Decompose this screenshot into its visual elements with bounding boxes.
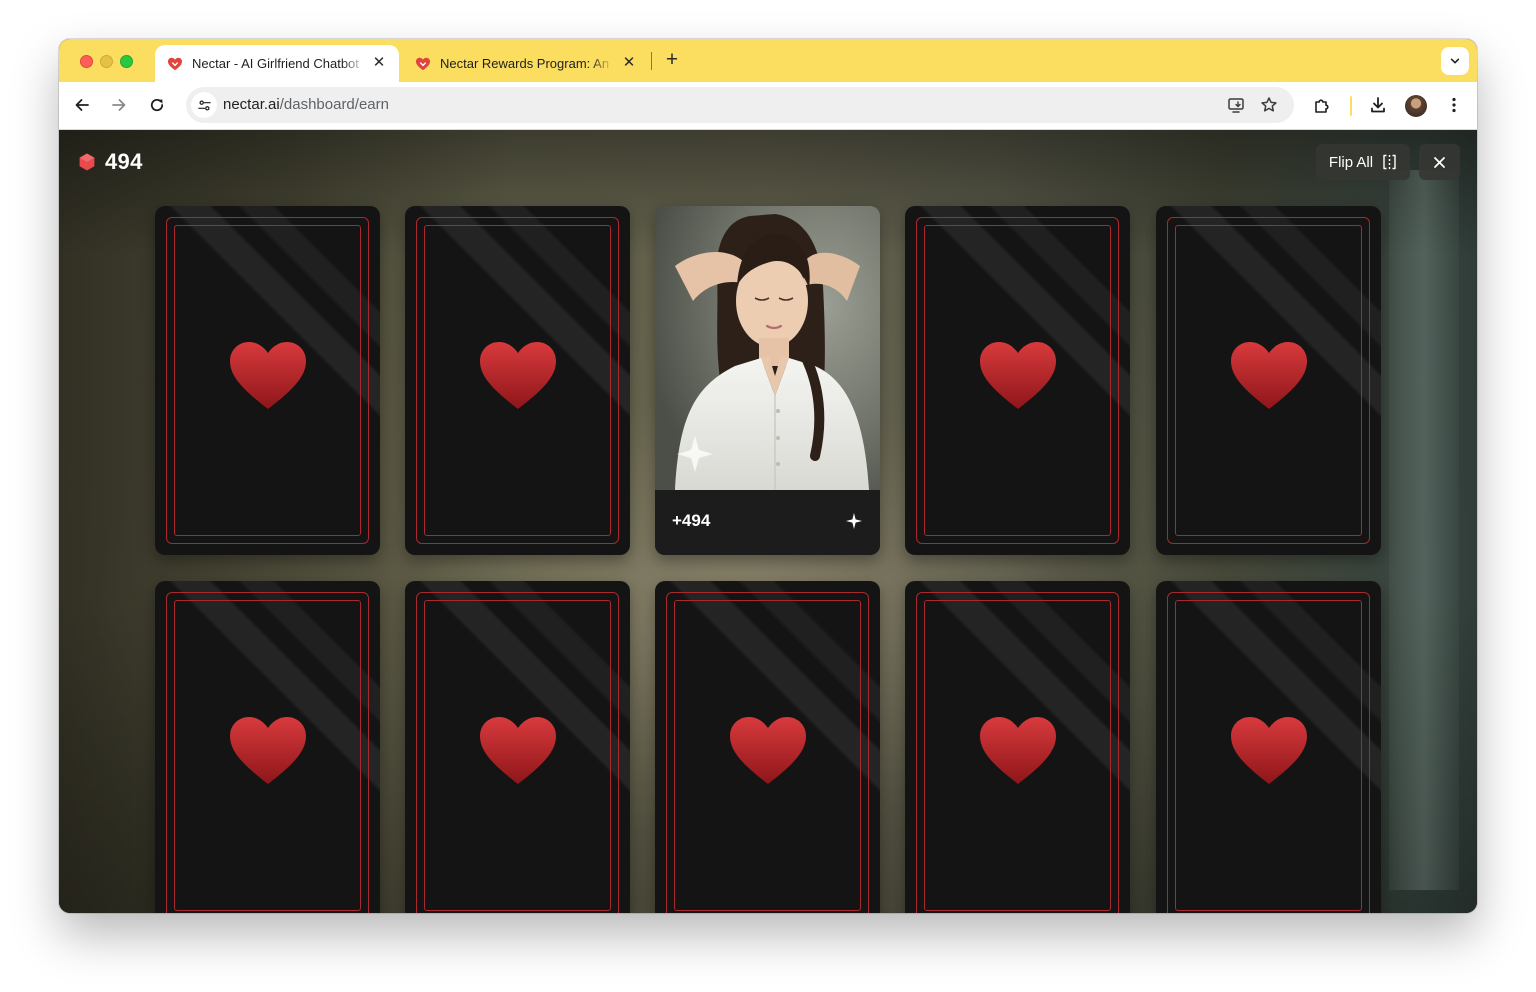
heart-icon — [230, 717, 306, 784]
sparkle-icon — [846, 513, 862, 529]
zoom-window-button[interactable] — [120, 55, 133, 68]
tab-title: Nectar Rewards Program: An — [440, 56, 610, 71]
reward-photo-illustration — [655, 206, 880, 490]
reward-footer: +494 — [655, 490, 880, 555]
heart-icon — [1231, 717, 1307, 784]
heart-icon — [730, 717, 806, 784]
url-host: nectar.ai — [223, 96, 280, 113]
new-tab-button[interactable]: + — [660, 48, 684, 72]
arrow-left-icon — [75, 99, 89, 111]
tab-separator — [651, 52, 652, 70]
arrow-right-icon — [112, 99, 126, 111]
close-icon — [1434, 156, 1445, 168]
chevron-down-icon — [1450, 58, 1460, 64]
card-revealed: +494 — [655, 206, 880, 555]
url-text: nectar.ai/dashboard/earn — [223, 96, 389, 113]
site-settings-icon[interactable] — [191, 92, 217, 118]
reload-button[interactable] — [144, 92, 170, 118]
toolbar-divider — [1350, 96, 1352, 116]
minimize-window-button[interactable] — [100, 55, 113, 68]
downloads-button[interactable] — [1365, 92, 1391, 118]
tab-strip: Nectar - AI Girlfriend Chatbot ✕ Nectar … — [59, 39, 1477, 82]
reload-icon — [150, 98, 164, 112]
card-back[interactable] — [155, 206, 380, 555]
browser-toolbar: nectar.ai/dashboard/earn — [59, 82, 1477, 130]
download-icon — [1371, 97, 1385, 113]
nectar-heart-icon — [415, 56, 431, 72]
card-back[interactable] — [155, 581, 380, 913]
card-back[interactable] — [655, 581, 880, 913]
heart-icon — [1231, 342, 1307, 409]
card-back[interactable] — [405, 206, 630, 555]
heart-icon — [980, 342, 1056, 409]
browser-menu-button[interactable] — [1441, 92, 1467, 118]
heart-icon — [480, 717, 556, 784]
heart-icon — [480, 342, 556, 409]
flip-card-icon — [1383, 154, 1396, 170]
heart-icon — [980, 717, 1056, 784]
back-button[interactable] — [69, 92, 95, 118]
heart-icon — [230, 342, 306, 409]
card-back[interactable] — [1156, 581, 1381, 913]
earn-page: 494 Flip All +494 — [59, 130, 1477, 913]
tab-nectar-rewards[interactable]: Nectar Rewards Program: An ✕ — [403, 45, 649, 82]
close-button[interactable] — [1419, 144, 1460, 180]
reward-value: +494 — [672, 511, 711, 530]
address-bar[interactable]: nectar.ai/dashboard/earn — [186, 87, 1294, 123]
browser-window: Nectar - AI Girlfriend Chatbot ✕ Nectar … — [59, 39, 1477, 913]
flip-all-label: Flip All — [1328, 153, 1374, 171]
url-path: /dashboard/earn — [279, 96, 389, 113]
tab-search-button[interactable] — [1441, 47, 1469, 75]
balance-display: 494 — [77, 148, 143, 176]
more-vertical-icon — [1452, 97, 1456, 113]
close-tab-icon[interactable]: ✕ — [371, 55, 387, 71]
close-window-button[interactable] — [80, 55, 93, 68]
reward-photo — [655, 206, 880, 490]
nectar-heart-icon — [167, 56, 183, 72]
flip-all-button[interactable]: Flip All — [1316, 144, 1410, 180]
balance-value: 494 — [105, 149, 143, 174]
tab-nectar-chatbot[interactable]: Nectar - AI Girlfriend Chatbot ✕ — [155, 45, 399, 82]
forward-button[interactable] — [106, 92, 132, 118]
tab-title: Nectar - AI Girlfriend Chatbot — [192, 56, 359, 71]
extensions-button[interactable] — [1309, 92, 1335, 118]
close-tab-icon[interactable]: ✕ — [621, 55, 637, 71]
card-back[interactable] — [405, 581, 630, 913]
card-back[interactable] — [905, 581, 1130, 913]
gem-icon — [79, 153, 95, 171]
bookmark-star-icon[interactable] — [1257, 93, 1281, 117]
profile-avatar[interactable] — [1405, 95, 1427, 117]
card-back[interactable] — [905, 206, 1130, 555]
install-app-icon[interactable] — [1224, 93, 1248, 117]
card-back[interactable] — [1156, 206, 1381, 555]
puzzle-icon — [1315, 99, 1329, 113]
